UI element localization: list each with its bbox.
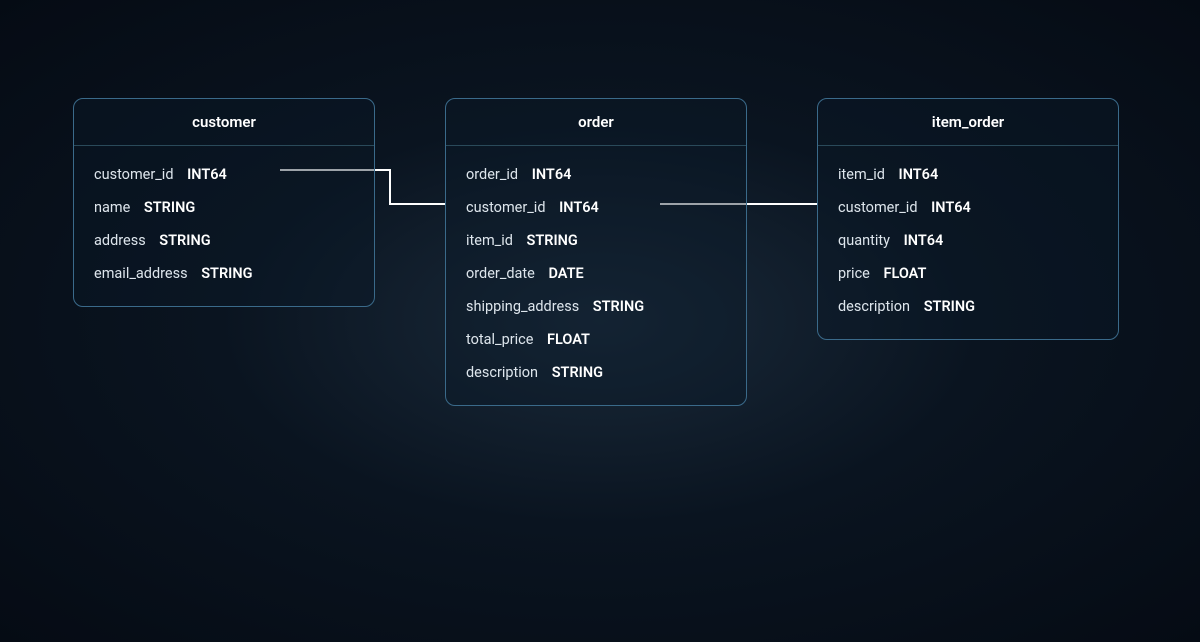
column-type: INT64 [899,166,939,183]
column-name: customer_id [466,199,546,216]
column-row: item_id INT64 [838,158,1098,191]
column-name: description [466,364,538,381]
column-type: INT64 [187,166,227,183]
er-diagram: customer customer_id INT64 name STRING a… [0,0,1200,642]
entity-columns: customer_id INT64 name STRING address ST… [74,146,374,306]
column-row: shipping_address STRING [466,290,726,323]
column-name: order_id [466,166,518,183]
column-name: email_address [94,265,188,282]
entity-columns: order_id INT64 customer_id INT64 item_id… [446,146,746,405]
column-type: INT64 [904,232,944,249]
column-name: total_price [466,331,533,348]
column-row: description STRING [838,290,1098,323]
entity-columns: item_id INT64 customer_id INT64 quantity… [818,146,1118,339]
column-type: INT64 [931,199,971,216]
column-type: STRING [527,232,578,249]
column-name: customer_id [94,166,174,183]
column-row: name STRING [94,191,354,224]
column-row: quantity INT64 [838,224,1098,257]
column-type: STRING [144,199,195,216]
column-type: STRING [593,298,644,315]
column-type: STRING [201,265,252,282]
column-name: order_date [466,265,535,282]
column-type: STRING [924,298,975,315]
column-row: order_date DATE [466,257,726,290]
column-row: address STRING [94,224,354,257]
column-name: shipping_address [466,298,579,315]
column-name: quantity [838,232,890,249]
column-row: customer_id INT64 [466,191,726,224]
column-row: description STRING [466,356,726,389]
entity-title: item_order [818,99,1118,146]
column-row: total_price FLOAT [466,323,726,356]
column-name: name [94,199,130,216]
column-type: INT64 [532,166,572,183]
column-row: customer_id INT64 [838,191,1098,224]
column-type: STRING [159,232,210,249]
column-row: price FLOAT [838,257,1098,290]
column-row: item_id STRING [466,224,726,257]
entity-order: order order_id INT64 customer_id INT64 i… [445,98,747,406]
column-name: description [838,298,910,315]
column-type: FLOAT [547,331,590,348]
entity-title: order [446,99,746,146]
column-name: customer_id [838,199,918,216]
column-name: address [94,232,146,249]
entity-customer: customer customer_id INT64 name STRING a… [73,98,375,307]
column-name: item_id [838,166,885,183]
column-name: item_id [466,232,513,249]
column-name: price [838,265,870,282]
column-row: email_address STRING [94,257,354,290]
column-row: customer_id INT64 [94,158,354,191]
entity-item-order: item_order item_id INT64 customer_id INT… [817,98,1119,340]
column-row: order_id INT64 [466,158,726,191]
column-type: STRING [552,364,603,381]
entity-title: customer [74,99,374,146]
column-type: INT64 [559,199,599,216]
column-type: FLOAT [883,265,926,282]
column-type: DATE [548,265,583,282]
